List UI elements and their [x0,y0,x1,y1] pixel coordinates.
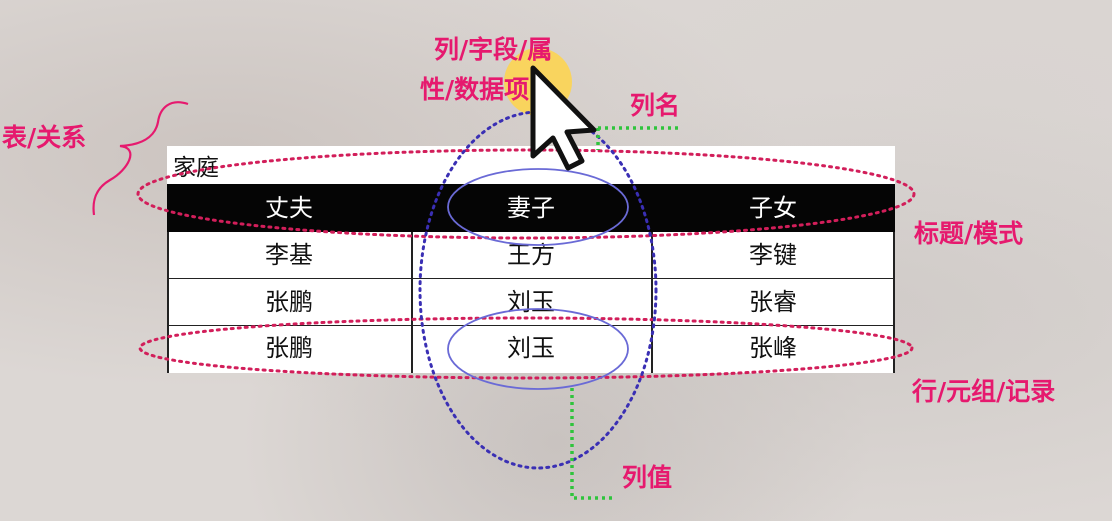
label-column-field: 列/字段/属 [434,35,553,64]
label-header-schema: 标题/模式 [914,219,1024,248]
column-value-connector [570,388,612,500]
label-table-relation: 表/关系 [2,123,87,152]
label-column-name: 列名 [630,91,681,120]
column-name-ellipse [447,168,629,246]
header-row-ellipse [136,148,916,240]
column-ellipse [418,110,658,470]
label-column-field-2: 性/数据项 [420,75,530,104]
record-row-ellipse [138,316,914,380]
label-column-value: 列值 [622,463,673,492]
annotation-overlay [92,48,916,500]
label-row-tuple: 行/元组/记录 [912,377,1056,406]
